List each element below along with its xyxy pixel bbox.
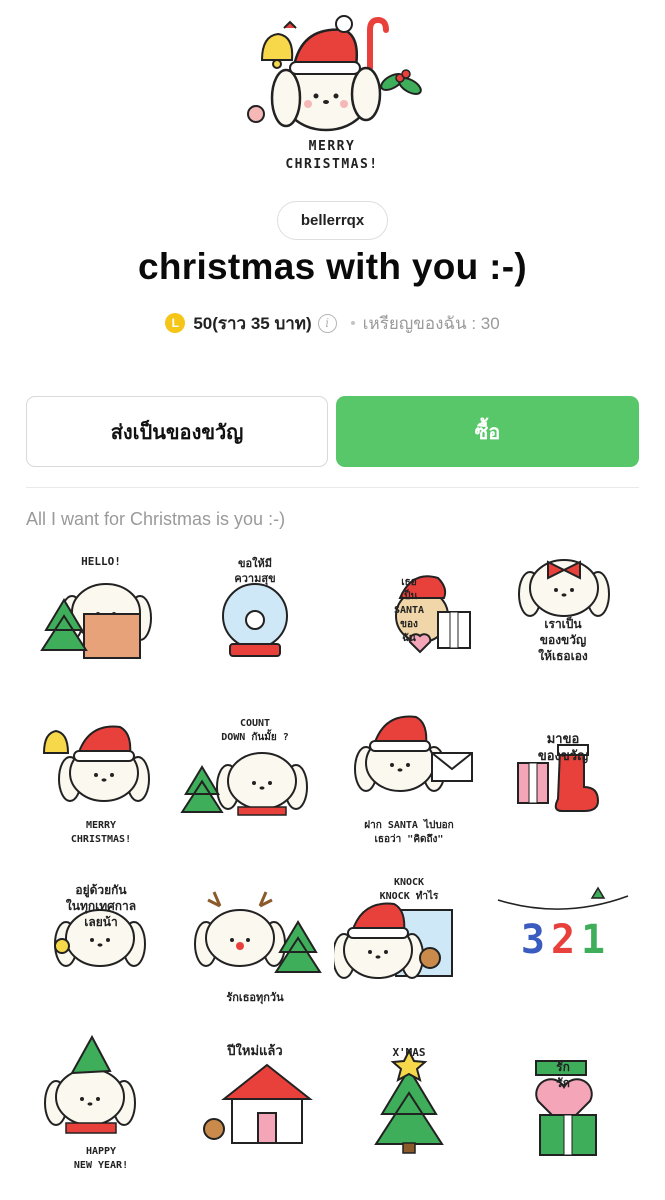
sticker-santa-letter[interactable]: ฝาก SANTA ไปบอกเธอว่า "คิดถึง" xyxy=(334,703,484,863)
sticker-caption-line: ขอให้มี xyxy=(238,557,272,570)
sticker-snowglobe[interactable]: ขอให้มีความสุข xyxy=(180,540,330,700)
sticker-caption: HAPPY NEW YEAR! xyxy=(26,1145,176,1173)
sticker-caption-line: KNOCK ทำไร xyxy=(379,891,439,902)
sticker-stocking[interactable]: มาขอของขวัญ xyxy=(488,703,638,863)
hero-lettering-line: CHRISTMAS! xyxy=(285,157,379,172)
sticker-caption-line: HAPPY xyxy=(85,1146,117,1157)
sticker-caption-line: X'MAS xyxy=(392,1046,426,1059)
sticker-caption: รักเธอทุกวัน xyxy=(180,990,330,1005)
sticker-illustration xyxy=(535,1060,597,1156)
sticker-caption-line: ในทุกเทศกาล xyxy=(65,899,137,913)
sticker-caption-line: รัก xyxy=(556,1076,570,1090)
sticker-caption-line: 1 xyxy=(581,917,606,963)
sticker-caption: MERRY CHRISTMAS! xyxy=(26,819,176,847)
sticker-caption-line: ฉัน xyxy=(402,633,416,644)
coin-icon: L xyxy=(165,313,186,333)
sticker-caption-line: SANTA xyxy=(393,605,425,616)
sticker-santa-bear[interactable]: เธอเป็น SANTA ของฉัน xyxy=(334,540,484,700)
sticker-caption: 321 xyxy=(488,918,638,962)
sticker-countdown[interactable]: COUNT DOWN กันมั้ย ? xyxy=(180,703,330,863)
sticker-together[interactable]: อยู่ด้วยกันในทุกเทศกาลเลยน้า xyxy=(26,866,176,1026)
send-as-gift-button[interactable]: ส่งเป็นของขวัญ xyxy=(26,396,328,467)
hero-lettering: MERRY CHRISTMAS! xyxy=(232,138,432,174)
pack-title: christmas with you :-) xyxy=(138,246,527,287)
sticker-illustration xyxy=(517,744,600,812)
sticker-caption-line: NEW YEAR! xyxy=(73,1160,129,1171)
sticker-caption-line: ความสุข xyxy=(234,572,276,585)
sticker-illustration xyxy=(194,891,322,973)
sticker-caption-line: รักเธอทุกวัน xyxy=(226,991,284,1004)
sticker-caption-line: MERRY xyxy=(85,820,117,831)
sticker-caption-line: CHRISTMAS! xyxy=(70,834,132,845)
author-button[interactable]: bellerrqx xyxy=(277,201,388,240)
sticker-caption-line: ของ xyxy=(400,619,418,630)
hero-sticker-image: MERRY CHRISTMAS! xyxy=(232,8,432,188)
sticker-knock-knock[interactable]: KNOCK KNOCK ทำไร xyxy=(334,866,484,1026)
price-row: L 50(ราว 35 บาท) i เหรียญของฉัน : 30 xyxy=(0,309,665,337)
sticker-gift-bow[interactable]: เราเป็นของขวัญให้เธอเอง xyxy=(488,540,638,700)
sticker-caption: ขอให้มีความสุข xyxy=(180,556,330,586)
sticker-happy-new-year[interactable]: HAPPY NEW YEAR! xyxy=(26,1029,176,1189)
sticker-merry-christmas[interactable]: MERRY CHRISTMAS! xyxy=(26,703,176,863)
sticker-caption-line: เราเป็น xyxy=(544,617,582,631)
hero-lettering-line: MERRY xyxy=(308,139,356,154)
sticker-caption-line: 3 xyxy=(520,917,545,963)
sticker-hello[interactable]: HELLO! xyxy=(26,540,176,700)
sticker-love-gift[interactable]: รัก รัก xyxy=(488,1029,638,1189)
sticker-caption-line: เธอ xyxy=(401,577,417,588)
sticker-caption-line: รัก xyxy=(556,1060,570,1074)
hero-dog-santa-illustration xyxy=(247,15,422,132)
sticker-caption: X'MAS xyxy=(334,1045,484,1060)
sticker-caption-line: ปีใหม่แล้ว xyxy=(227,1044,283,1059)
sticker-three-two-one[interactable]: 321 xyxy=(488,866,638,1026)
sticker-caption-line: เลยน้า xyxy=(84,915,118,929)
sticker-caption: KNOCK KNOCK ทำไร xyxy=(334,876,484,904)
sticker-caption-line: COUNT xyxy=(239,718,271,729)
my-coins-balance: เหรียญของฉัน : 30 xyxy=(362,313,500,333)
sticker-xmas-tree[interactable]: X'MAS xyxy=(334,1029,484,1189)
holly-icon xyxy=(380,69,422,95)
sticker-caption-line: DOWN กันมั้ย ? xyxy=(221,732,289,743)
sticker-caption: รัก รัก xyxy=(488,1059,638,1091)
sticker-caption-line: 2 xyxy=(550,917,576,963)
sticker-caption-line: ให้เธอเอง xyxy=(538,649,588,663)
pack-description: All I want for Christmas is you :-) xyxy=(26,509,286,529)
sticker-caption: HELLO! xyxy=(26,554,176,569)
sticker-caption: COUNT DOWN กันมั้ย ? xyxy=(180,717,330,745)
sticker-caption: อยู่ด้วยกันในทุกเทศกาลเลยน้า xyxy=(26,882,176,930)
info-icon[interactable]: i xyxy=(317,313,337,333)
buy-button[interactable]: ซื้อ xyxy=(336,396,639,467)
sticker-new-year-house[interactable]: ปีใหม่แล้ว xyxy=(180,1029,330,1189)
bell-icon xyxy=(260,20,297,69)
separator-dot xyxy=(350,321,355,325)
sticker-caption: เราเป็นของขวัญให้เธอเอง xyxy=(488,616,638,664)
sticker-caption: ฝาก SANTA ไปบอกเธอว่า "คิดถึง" xyxy=(334,819,484,847)
sticker-caption-line: KNOCK xyxy=(393,877,425,888)
sticker-caption: มาขอของขวัญ xyxy=(488,731,638,765)
sticker-caption: ปีใหม่แล้ว xyxy=(180,1043,330,1060)
divider xyxy=(26,487,639,488)
sticker-caption-line: มาขอ xyxy=(546,732,580,747)
sticker-reindeer[interactable]: รักเธอทุกวัน xyxy=(180,866,330,1026)
sticker-caption-line: เธอว่า "คิดถึง" xyxy=(374,834,444,845)
sticker-caption-line: HELLO! xyxy=(81,555,121,568)
price-amount: 50(ราว 35 บาท) xyxy=(193,313,312,333)
sticker-caption-line: เป็น xyxy=(400,591,418,602)
sticker-caption: เธอเป็น SANTA ของฉัน xyxy=(334,576,484,646)
sticker-caption-line: อยู่ด้วยกัน xyxy=(75,883,127,897)
sticker-caption-line: ของขวัญ xyxy=(537,749,589,764)
sticker-caption-line: ของขวัญ xyxy=(539,633,587,647)
sticker-caption-line: ฝาก SANTA ไปบอก xyxy=(364,820,454,831)
